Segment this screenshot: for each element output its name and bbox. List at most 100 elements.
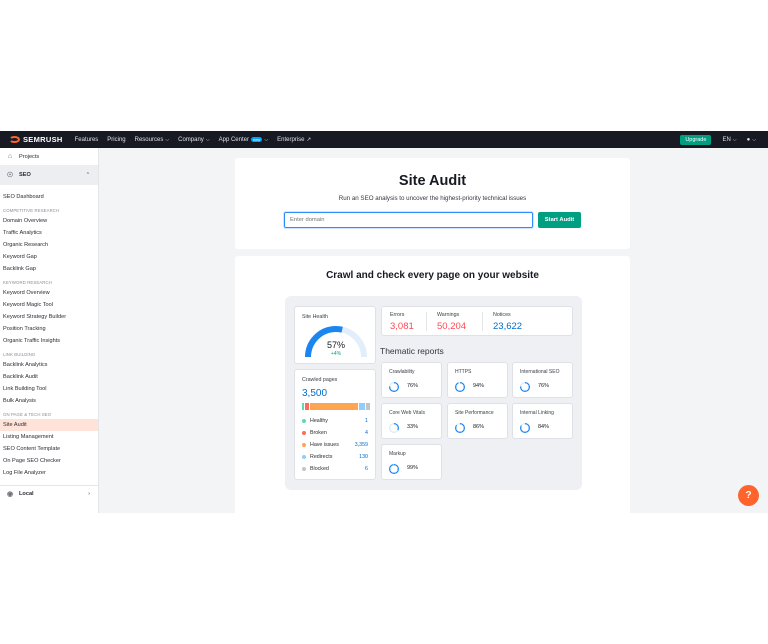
legend-redirects[interactable]: Redirects 130 bbox=[302, 453, 368, 461]
healthy-dot-icon bbox=[302, 419, 306, 423]
semrush-logo[interactable]: SEMRUSH bbox=[9, 135, 63, 144]
sidebar-item-position-tracking[interactable]: Position Tracking bbox=[0, 323, 98, 335]
warnings-stat[interactable]: Warnings 50,204 bbox=[437, 312, 466, 332]
legend-broken[interactable]: Broken 4 bbox=[302, 429, 368, 437]
page-title: Site Audit bbox=[398, 173, 467, 189]
report-internal-linking[interactable]: Internal Linking 84% bbox=[512, 403, 573, 439]
legend-label: Redirects bbox=[310, 454, 333, 460]
domain-input[interactable] bbox=[284, 212, 533, 228]
report-progress-ring bbox=[389, 382, 399, 392]
report-progress-ring bbox=[389, 464, 399, 474]
user-icon: ● bbox=[746, 136, 751, 143]
report-name: HTTPS bbox=[455, 369, 472, 375]
report-name: Crawlability bbox=[389, 369, 415, 375]
page-subtitle: Run an SEO analysis to uncover the highe… bbox=[338, 195, 527, 202]
legend-label: Have issues bbox=[310, 442, 339, 448]
logo-text: SEMRUSH bbox=[23, 135, 63, 144]
sidebar-item-link-building-tool[interactable]: Link Building Tool bbox=[0, 383, 98, 395]
legend-blocked[interactable]: Blocked 6 bbox=[302, 465, 368, 473]
report-international-seo[interactable]: International SEO 76% bbox=[512, 362, 573, 398]
sidebar-item-keyword-overview[interactable]: Keyword Overview bbox=[0, 287, 98, 299]
sidebar-item-backlink-analytics[interactable]: Backlink Analytics bbox=[0, 359, 98, 371]
new-badge: new bbox=[250, 137, 263, 142]
site-health-widget: Site Health 57% +4% bbox=[294, 306, 376, 364]
home-icon: ⌂ bbox=[7, 153, 13, 160]
sidebar-item-traffic-analytics[interactable]: Traffic Analytics bbox=[0, 227, 98, 239]
crawled-pages-bar bbox=[302, 403, 370, 410]
nav-pricing[interactable]: Pricing bbox=[107, 137, 125, 143]
crawled-pages-widget: Crawled pages 3,500 Healthy 1 Broken 4 H… bbox=[294, 369, 376, 480]
sidebar-item-organic-traffic-insights[interactable]: Organic Traffic Insights bbox=[0, 335, 98, 347]
nav-enterprise[interactable]: Enterprise ↗ bbox=[277, 137, 311, 143]
report-progress-ring bbox=[455, 423, 465, 433]
site-audit-card: Site Audit Run an SEO analysis to uncove… bbox=[235, 158, 630, 249]
report-name: International SEO bbox=[520, 369, 560, 375]
errors-value: 3,081 bbox=[390, 321, 414, 332]
sidebar-item-log-file-analyzer[interactable]: Log File Analyzer bbox=[0, 467, 98, 479]
report-site-performance[interactable]: Site Performance 86% bbox=[447, 403, 508, 439]
errors-stat[interactable]: Errors 3,081 bbox=[390, 312, 414, 332]
user-menu[interactable]: ● ⌵ bbox=[747, 137, 756, 143]
sidebar-item-domain-overview[interactable]: Domain Overview bbox=[0, 215, 98, 227]
bar-redirects bbox=[359, 403, 365, 410]
sidebar-seo-toggle[interactable]: ☉ SEO ⌃ bbox=[0, 165, 98, 185]
nav-app-center[interactable]: App Center new ⌵ bbox=[219, 137, 269, 143]
report-progress-ring bbox=[520, 423, 530, 433]
sidebar-item-organic-research[interactable]: Organic Research bbox=[0, 239, 98, 251]
sidebar-local[interactable]: ◉ Local › bbox=[0, 485, 98, 502]
bar-broken bbox=[305, 403, 309, 410]
chevron-right-icon: › bbox=[88, 491, 90, 497]
sidebar-item-keyword-gap[interactable]: Keyword Gap bbox=[0, 251, 98, 263]
legend-healthy[interactable]: Healthy 1 bbox=[302, 417, 368, 425]
chevron-down-icon: ⌵ bbox=[752, 136, 756, 143]
upgrade-button[interactable]: Upgrade bbox=[680, 134, 712, 145]
language-selector[interactable]: EN ⌵ bbox=[722, 137, 736, 143]
legend-value: 1 bbox=[365, 418, 368, 424]
nav-features[interactable]: Features bbox=[75, 137, 99, 143]
sidebar-item-listing-management[interactable]: Listing Management bbox=[0, 431, 98, 443]
start-audit-button[interactable]: Start Audit bbox=[538, 212, 581, 228]
bar-healthy bbox=[302, 403, 304, 410]
report-markup[interactable]: Markup 99% bbox=[381, 444, 442, 480]
notices-value: 23,622 bbox=[493, 321, 523, 332]
crawl-promo-card: Crawl and check every page on your websi… bbox=[235, 256, 630, 513]
report-core-web-vitals[interactable]: Core Web Vitals 33% bbox=[381, 403, 442, 439]
sidebar-item-backlink-audit[interactable]: Backlink Audit bbox=[0, 371, 98, 383]
nav-features-label: Features bbox=[74, 136, 99, 143]
site-health-value: 57% bbox=[326, 340, 345, 350]
report-name: Internal Linking bbox=[520, 410, 554, 416]
redirects-dot-icon bbox=[302, 455, 306, 459]
nav-resources[interactable]: Resources ⌵ bbox=[135, 137, 169, 143]
report-value: 76% bbox=[538, 383, 550, 389]
sidebar-item-seo-content-template[interactable]: SEO Content Template bbox=[0, 443, 98, 455]
sidebar-item-on-page-seo-checker[interactable]: On Page SEO Checker bbox=[0, 455, 98, 467]
legend-have-issues[interactable]: Have issues 3,359 bbox=[302, 441, 368, 449]
sidebar-item-keyword-magic-tool[interactable]: Keyword Magic Tool bbox=[0, 299, 98, 311]
bar-have-issues bbox=[310, 403, 358, 410]
legend-label: Broken bbox=[310, 430, 327, 436]
nav-resources-label: Resources bbox=[134, 136, 164, 143]
location-pin-icon: ◉ bbox=[6, 491, 14, 498]
sidebar-item-bulk-analysis[interactable]: Bulk Analysis bbox=[0, 395, 98, 407]
sidebar-item-backlink-gap[interactable]: Backlink Gap bbox=[0, 263, 98, 275]
site-health-delta: +4% bbox=[330, 351, 342, 357]
sidebar: ⌂ Projects ☉ SEO ⌃ SEO Dashboard COMPETI… bbox=[0, 148, 99, 513]
nav-company[interactable]: Company ⌵ bbox=[178, 137, 209, 143]
sidebar-local-label: Local bbox=[19, 491, 34, 497]
notices-stat[interactable]: Notices 23,622 bbox=[493, 312, 522, 332]
report-crawlability[interactable]: Crawlability 76% bbox=[381, 362, 442, 398]
sidebar-projects[interactable]: ⌂ Projects bbox=[0, 148, 98, 165]
legend-value: 3,359 bbox=[354, 442, 368, 448]
sidebar-item-keyword-strategy-builder[interactable]: Keyword Strategy Builder bbox=[0, 311, 98, 323]
report-https[interactable]: HTTPS 94% bbox=[447, 362, 508, 398]
thematic-reports-title: Thematic reports bbox=[380, 346, 444, 356]
sidebar-category: ON PAGE & TECH SEO bbox=[3, 412, 52, 417]
report-progress-ring bbox=[520, 382, 530, 392]
report-value: 99% bbox=[407, 465, 419, 471]
nav-enterprise-label: Enterprise bbox=[277, 136, 305, 143]
sidebar-item-site-audit[interactable]: Site Audit bbox=[0, 419, 98, 431]
sidebar-item-seo-dashboard[interactable]: SEO Dashboard bbox=[0, 191, 98, 203]
blocked-dot-icon bbox=[302, 467, 306, 471]
legend-value: 130 bbox=[359, 454, 368, 460]
help-button[interactable]: ? bbox=[738, 485, 759, 506]
